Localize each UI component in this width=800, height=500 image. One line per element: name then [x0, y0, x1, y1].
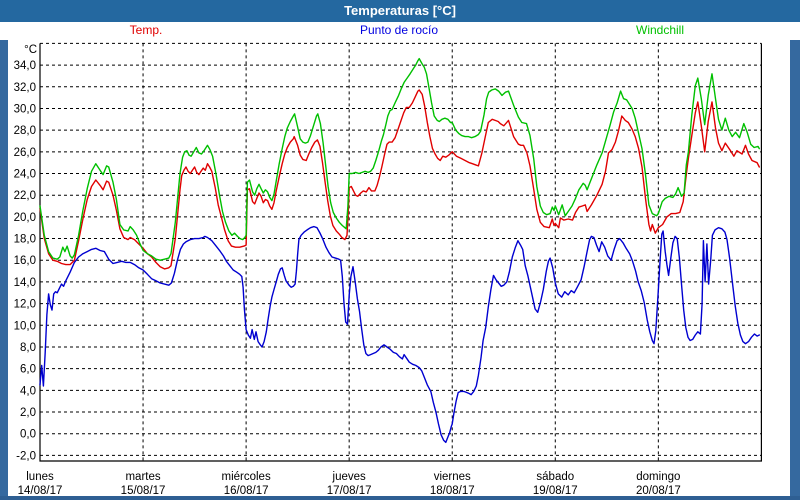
dew-point-line	[40, 227, 759, 443]
y-tick-label: -2,0	[16, 450, 36, 462]
day-date-label: 14/08/17	[18, 485, 63, 496]
window-border-left	[0, 40, 8, 500]
y-tick-label: 20,0	[14, 212, 36, 224]
y-tick-label: 16,0	[14, 255, 36, 267]
day-date-label: 19/08/17	[533, 485, 578, 496]
day-name-label: jueves	[332, 471, 366, 483]
y-tick-label: 6,0	[20, 364, 36, 376]
y-tick-label: 26,0	[14, 147, 36, 159]
chart-legend: Temp. Punto de rocío Windchill	[0, 22, 800, 40]
day-name-label: viernes	[434, 471, 471, 483]
y-tick-label: 22,0	[14, 190, 36, 202]
y-axis-unit: °C	[24, 44, 37, 56]
y-tick-label: 8,0	[20, 342, 36, 354]
temperature-chart: °C 34,0 32,0 30,0 28,0 26,0 24,0 22,0 20,0 18,0 16…	[0, 40, 800, 496]
day-date-label: 15/08/17	[121, 485, 166, 496]
window-border-right	[790, 40, 800, 500]
legend-dew-point-label: Punto de rocío	[360, 23, 438, 37]
day-date-label: 17/08/17	[327, 485, 372, 496]
y-tick-label: 4,0	[20, 385, 36, 397]
app-window: Temperaturas [°C] Temp. Punto de rocío W…	[0, 0, 800, 500]
y-tick-label: 12,0	[14, 299, 36, 311]
y-tick-label: 2,0	[20, 407, 36, 419]
day-date-label: 20/08/17	[636, 485, 681, 496]
day-date-label: 16/08/17	[224, 485, 269, 496]
y-tick-label: 32,0	[14, 82, 36, 94]
window-border-bottom	[0, 496, 800, 500]
day-name-label: miércoles	[222, 471, 271, 483]
day-name-label: sábado	[536, 471, 574, 483]
title-bar: Temperaturas [°C]	[0, 0, 800, 22]
y-tick-label: 0,0	[20, 429, 36, 441]
y-tick-label: 24,0	[14, 169, 36, 181]
day-name-label: martes	[125, 471, 160, 483]
legend-temp-label: Temp.	[130, 23, 163, 37]
day-name-label: domingo	[636, 471, 680, 483]
y-tick-label: 28,0	[14, 125, 36, 137]
day-name-label: lunes	[26, 471, 54, 483]
window-title: Temperaturas [°C]	[344, 3, 456, 18]
day-date-label: 18/08/17	[430, 485, 475, 496]
plot-frame	[40, 43, 761, 461]
y-tick-label: 10,0	[14, 320, 36, 332]
y-tick-label: 30,0	[14, 103, 36, 115]
y-tick-label: 14,0	[14, 277, 36, 289]
legend-windchill-label: Windchill	[636, 23, 684, 37]
y-tick-label: 18,0	[14, 234, 36, 246]
y-tick-label: 34,0	[14, 60, 36, 72]
temp-line	[40, 90, 759, 269]
